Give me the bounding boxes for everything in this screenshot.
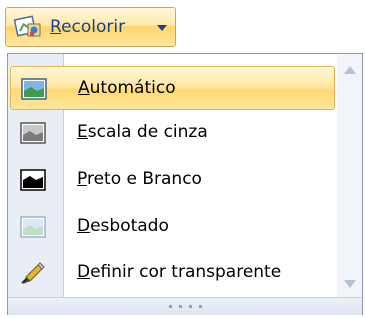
automatic-picture-icon [21, 78, 47, 100]
recolor-button-label: Recolorir [50, 17, 126, 37]
recolor-icon [14, 15, 41, 37]
menu-item-automatic[interactable]: Automático [10, 66, 335, 110]
scroll-up-arrow-icon[interactable] [344, 66, 356, 74]
scroll-down-arrow-icon[interactable] [344, 280, 356, 288]
menu-scrollbar[interactable] [337, 54, 362, 297]
menu-item-black-white[interactable]: Preto e Branco [10, 158, 335, 202]
grayscale-picture-icon [20, 122, 46, 144]
chevron-down-icon [157, 25, 167, 31]
black-white-picture-icon [20, 169, 46, 191]
washout-picture-icon [20, 216, 46, 238]
menu-item-washout[interactable]: Desbotado [10, 205, 335, 249]
menu-item-label: Escala de cinza [77, 122, 208, 142]
menu-item-set-transparent-color[interactable]: Definir cor transparente [10, 251, 335, 295]
menu-item-label: Definir cor transparente [77, 262, 282, 282]
recolor-dropdown-menu: Automático Escala de cinza Preto e Branc… [7, 53, 363, 315]
resize-grip-bar[interactable] [8, 297, 362, 315]
menu-item-label: Desbotado [77, 216, 169, 236]
recolor-button[interactable]: Recolorir [5, 7, 176, 47]
menu-item-grayscale[interactable]: Escala de cinza [10, 111, 335, 155]
menu-item-label: Automático [78, 78, 176, 98]
menu-item-label: Preto e Branco [77, 169, 202, 189]
pencil-eyedropper-icon [21, 262, 45, 284]
resize-grip-icon[interactable] [165, 305, 205, 309]
